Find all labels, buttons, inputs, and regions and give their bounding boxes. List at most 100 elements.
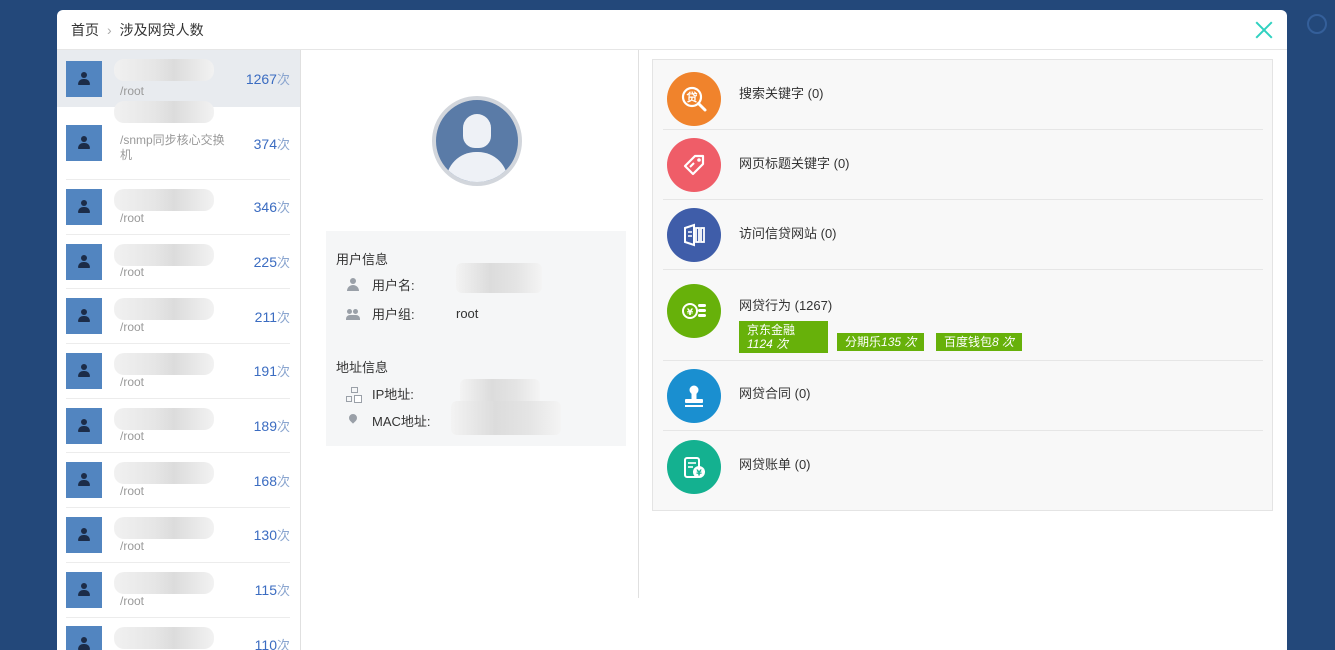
tag-name: 分期乐 <box>845 335 882 349</box>
blurred-name <box>114 353 214 376</box>
count-unit: 次 <box>276 364 290 380</box>
tag-count: 1124 次 <box>747 337 789 351</box>
count-value: 130 <box>253 527 277 544</box>
list-item[interactable]: /snmp同步核心交换机 374次 <box>66 101 290 180</box>
website-icon <box>667 208 721 262</box>
avatar <box>66 352 102 389</box>
category-loan-bill[interactable]: ¥ 网贷账单 (0) <box>663 431 1263 501</box>
list-item[interactable]: /root 191次 <box>66 344 290 399</box>
blurred-name <box>114 243 214 266</box>
blurred-username <box>456 263 542 293</box>
list-item[interactable]: /root 1267次 <box>57 50 300 107</box>
count-unit: 次 <box>276 583 290 599</box>
blurred-name <box>114 407 214 430</box>
avatar <box>66 516 102 553</box>
list-item[interactable]: /root 225次 <box>66 235 290 290</box>
user-icon <box>77 136 91 150</box>
count-value: 211 <box>254 308 277 325</box>
address-info-title: 地址信息 <box>336 360 389 375</box>
item-path: /root <box>120 210 145 225</box>
category-loan-behavior[interactable]: ¥ 网贷行为 (1267) 京东金融 1124 次 分期乐135 次 百度钱包8… <box>663 270 1263 361</box>
location-icon <box>346 414 360 428</box>
coins-icon: ¥ <box>667 284 721 338</box>
count-value: 189 <box>253 418 277 435</box>
tag-name: 京东金融 <box>747 323 796 337</box>
category-label: 网页标题关键字 (0) <box>739 156 850 171</box>
svg-text:贷: 贷 <box>687 90 698 104</box>
close-icon[interactable] <box>1253 19 1275 41</box>
dialog-header: 首页 › 涉及网贷人数 <box>57 10 1287 50</box>
behavior-tag-baidu[interactable]: 百度钱包8 次 <box>936 333 1023 351</box>
item-path: /root <box>120 265 145 280</box>
item-path: /root <box>120 593 145 608</box>
count-value: 168 <box>253 472 277 489</box>
tag-name: 百度钱包 <box>944 335 993 349</box>
user-icon <box>77 254 91 269</box>
blurred-mac <box>451 401 561 435</box>
breadcrumb-home[interactable]: 首页 <box>71 20 99 40</box>
user-list: /root 1267次 /snmp同步核心交换机 374次 /root 346次… <box>57 50 301 650</box>
count-value: 225 <box>253 254 277 271</box>
blurred-name <box>114 298 214 321</box>
count-unit: 次 <box>276 637 290 650</box>
user-icon <box>77 582 91 597</box>
item-text: /snmp同步核心交换机 <box>114 101 250 179</box>
avatar <box>66 60 102 97</box>
category-label: 网贷行为 (1267) <box>739 298 833 313</box>
count-unit: 次 <box>276 255 290 271</box>
item-count: 211次 <box>255 307 290 326</box>
count-value: 110 <box>254 636 277 650</box>
list-item[interactable]: /root 168次 <box>66 453 290 509</box>
count-unit: 次 <box>276 419 290 435</box>
user-icon <box>77 71 91 86</box>
list-item[interactable]: /root 189次 <box>66 399 290 454</box>
network-icon <box>346 386 360 402</box>
settings-gear-icon[interactable] <box>1307 14 1327 34</box>
user-icon <box>77 527 91 542</box>
count-value: 374 <box>253 135 277 152</box>
ip-label: IP地址: <box>372 387 414 402</box>
username-label: 用户名: <box>372 278 415 293</box>
list-item[interactable]: /root 211次 <box>66 289 290 345</box>
user-icon <box>77 418 91 433</box>
count-unit: 次 <box>276 528 290 544</box>
tag-icon <box>667 138 721 192</box>
chevron-right-icon: › <box>107 21 112 38</box>
count-value: 1267 <box>245 71 277 87</box>
avatar <box>66 626 102 650</box>
item-text: /root <box>114 344 250 398</box>
bill-icon: ¥ <box>667 440 721 494</box>
blurred-name <box>114 462 214 485</box>
item-count: 168次 <box>254 471 290 490</box>
category-search-keyword[interactable]: 贷 搜索关键字 (0) <box>663 60 1263 130</box>
category-label: 访问信贷网站 (0) <box>739 226 837 241</box>
item-path: /root <box>120 538 145 553</box>
user-avatar-icon <box>432 96 522 186</box>
behavior-tag-fenqile[interactable]: 分期乐135 次 <box>837 333 925 351</box>
category-visit-website[interactable]: 访问信贷网站 (0) <box>663 200 1263 270</box>
count-unit: 次 <box>276 473 290 489</box>
group-value: root <box>456 306 479 321</box>
group-row: 用户组: root <box>346 304 478 323</box>
tag-count: 135 次 <box>881 335 917 349</box>
item-path: /root <box>120 429 145 444</box>
category-page-title-keyword[interactable]: 网页标题关键字 (0) <box>663 130 1263 200</box>
blurred-name <box>114 189 214 211</box>
item-count: 346次 <box>254 197 290 216</box>
count-unit: 次 <box>276 309 290 325</box>
loan-users-dialog: 首页 › 涉及网贷人数 /root 1267次 /snmp同步核心交换机 374… <box>57 10 1287 650</box>
svg-text:¥: ¥ <box>696 469 702 478</box>
item-count: 189次 <box>254 416 290 435</box>
list-item[interactable]: /root 346次 <box>66 180 290 235</box>
list-item[interactable]: 110次 <box>66 618 290 650</box>
user-info-title: 用户信息 <box>336 252 389 267</box>
behavior-tag-jd[interactable]: 京东金融 1124 次 <box>739 321 828 353</box>
group-label: 用户组: <box>372 307 415 322</box>
group-icon <box>346 307 360 321</box>
list-item[interactable]: /root 115次 <box>66 563 290 618</box>
list-item[interactable]: /root 130次 <box>66 508 290 563</box>
tag-count: 8 次 <box>992 335 1015 349</box>
category-loan-contract[interactable]: 网贷合同 (0) <box>663 361 1263 431</box>
blurred-name <box>114 626 214 649</box>
item-count: 374次 <box>254 134 290 153</box>
